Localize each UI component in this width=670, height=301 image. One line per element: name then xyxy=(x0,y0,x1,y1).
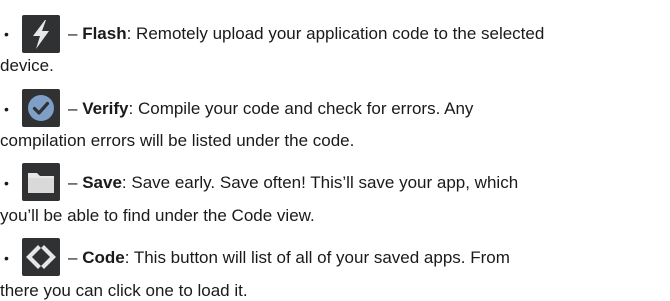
item-line-2: there you can click one to load it. xyxy=(0,281,248,300)
item-line-1: – Save: Save early. Save often! This’ll … xyxy=(68,173,519,192)
item-title: Code xyxy=(82,248,125,267)
item-title: Flash xyxy=(82,24,127,43)
item-line-2: compilation errors will be listed under … xyxy=(0,131,355,150)
checkmark-circle-icon xyxy=(22,89,60,127)
folder-icon xyxy=(22,163,60,201)
lightning-bolt-icon xyxy=(22,15,60,53)
item-line-2: you’ll be able to find under the Code vi… xyxy=(0,206,315,225)
item-title: Save xyxy=(82,173,122,192)
bullet: • xyxy=(4,26,9,42)
bullet: • xyxy=(4,250,9,266)
item-title: Verify xyxy=(82,99,129,118)
item-line-1: – Verify: Compile your code and check fo… xyxy=(68,99,474,118)
item-line-1: – Code: This button will list of all of … xyxy=(68,248,510,267)
code-brackets-icon xyxy=(22,238,60,276)
item-line-2: device. xyxy=(0,56,54,75)
item-line-1: – Flash: Remotely upload your applicatio… xyxy=(68,24,545,43)
bullet: • xyxy=(4,101,9,117)
bullet: • xyxy=(4,175,9,191)
